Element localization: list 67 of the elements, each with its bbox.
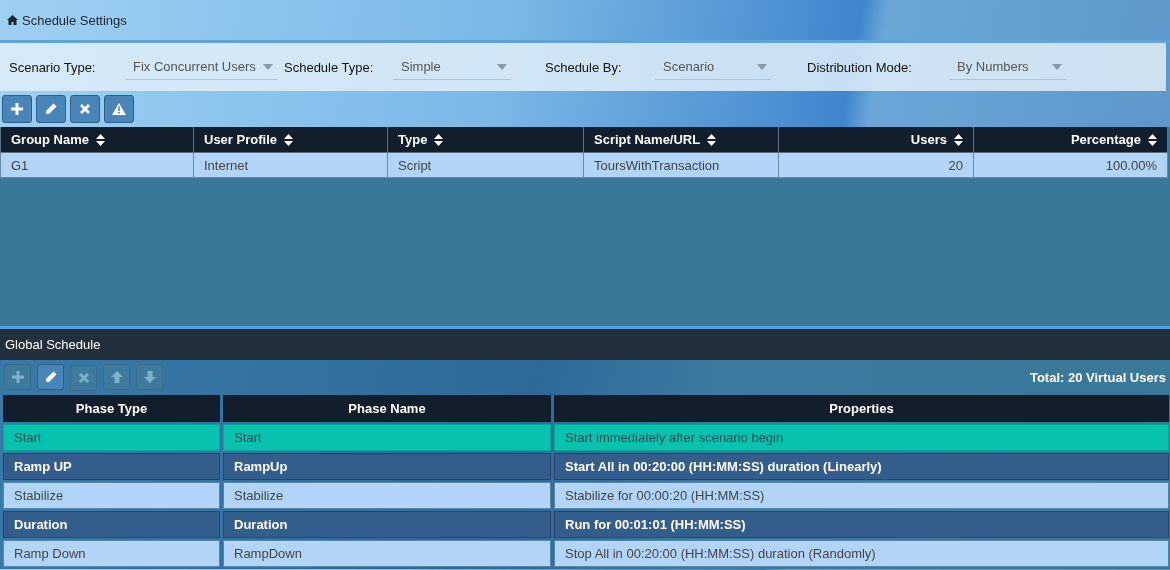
sort-icon	[954, 133, 963, 146]
table-cell: Stabilize	[223, 482, 551, 509]
edit-button[interactable]	[37, 363, 64, 390]
warning-icon	[112, 103, 126, 115]
filter-label: Scenario Type:	[9, 59, 97, 75]
table-cell: Duration	[3, 511, 220, 538]
sort-icon	[96, 133, 105, 146]
table-cell: 100.00%	[973, 152, 1168, 178]
phase-row[interactable]: Duration Duration Run for 00:01:01 (HH:MM:SS)	[3, 511, 1169, 538]
up-arrow-icon	[110, 370, 123, 383]
caret-icon	[497, 63, 507, 70]
filter-label: Distribution Mode:	[807, 59, 913, 75]
table-cell: RampUp	[223, 453, 551, 480]
pencil-icon	[45, 103, 57, 115]
table-cell: 20	[778, 152, 974, 178]
phase-row[interactable]: Start Start Start immediately after scenario begin	[3, 424, 1169, 451]
table-cell: ToursWithTransaction	[583, 152, 779, 178]
caret-icon	[1052, 63, 1062, 70]
sort-icon	[434, 133, 444, 146]
table-cell: Stabilize for 00:00:20 (HH:MM:SS)	[554, 482, 1169, 509]
table-cell: Duration	[223, 511, 551, 538]
add-button[interactable]	[2, 95, 32, 123]
plus-icon	[11, 103, 23, 115]
filter-label: Schedule Type:	[284, 59, 375, 75]
column-header: Phase Name	[223, 395, 551, 422]
column-header: Properties	[554, 395, 1169, 422]
page-title: Schedule Settings	[22, 12, 127, 28]
total-label: Total: 20 Virtual Users	[1029, 369, 1166, 385]
table-cell: Run for 00:01:01 (HH:MM:SS)	[554, 511, 1169, 538]
close-icon	[80, 104, 90, 114]
delete-button[interactable]	[70, 95, 100, 123]
home-icon	[7, 15, 18, 25]
table-cell: Script	[387, 152, 584, 178]
column-header[interactable]: Type	[398, 132, 444, 147]
column-header[interactable]: Users	[910, 132, 963, 147]
pencil-icon	[44, 370, 57, 383]
phase-row[interactable]: Ramp UP RampUp Start All in 00:20:00 (HH:MM:SS) duration (Linearly)	[3, 453, 1169, 480]
table-cell: Ramp UP	[3, 453, 220, 480]
table-cell: Start	[3, 424, 220, 451]
table-cell: Start immediately after scenario begin	[554, 424, 1169, 451]
dropdown[interactable]: Scenario	[655, 54, 771, 80]
filter-label: Schedule By:	[545, 59, 623, 75]
table-cell: G1	[0, 152, 194, 178]
sort-icon	[707, 133, 717, 146]
down-arrow-icon	[143, 370, 156, 383]
table-cell: Stop All in 00:20:00 (HH:MM:SS) duration (Randomly)	[554, 540, 1169, 567]
phase-row[interactable]: Ramp Down RampDown Stop All in 00:20:00 (HH:MM:SS) duration (Randomly)	[3, 540, 1169, 567]
caret-icon	[757, 63, 767, 70]
dropdown[interactable]: Fix Concurrent Users	[125, 54, 277, 80]
plus-icon	[11, 370, 24, 383]
column-header: Phase Type	[3, 395, 220, 422]
phase-row[interactable]: Stabilize Stabilize Stabilize for 00:00:20 (HH:MM:SS)	[3, 482, 1169, 509]
table-cell: Ramp Down	[3, 540, 220, 567]
dropdown[interactable]: Simple	[393, 54, 511, 80]
close-icon	[78, 372, 89, 383]
dropdown[interactable]: By Numbers	[949, 54, 1066, 80]
table-cell: Stabilize	[3, 482, 220, 509]
caret-icon	[263, 63, 273, 70]
table-cell: Internet	[193, 152, 388, 178]
table-cell: Start All in 00:20:00 (HH:MM:SS) duration (Linearly)	[554, 453, 1169, 480]
sort-icon	[1148, 133, 1157, 146]
section-title: Global Schedule	[5, 337, 101, 352]
edit-button[interactable]	[36, 95, 66, 123]
warning-button[interactable]	[104, 95, 134, 123]
table-cell: Start	[223, 424, 551, 451]
sort-icon	[284, 133, 293, 146]
table-cell: RampDown	[223, 540, 551, 567]
